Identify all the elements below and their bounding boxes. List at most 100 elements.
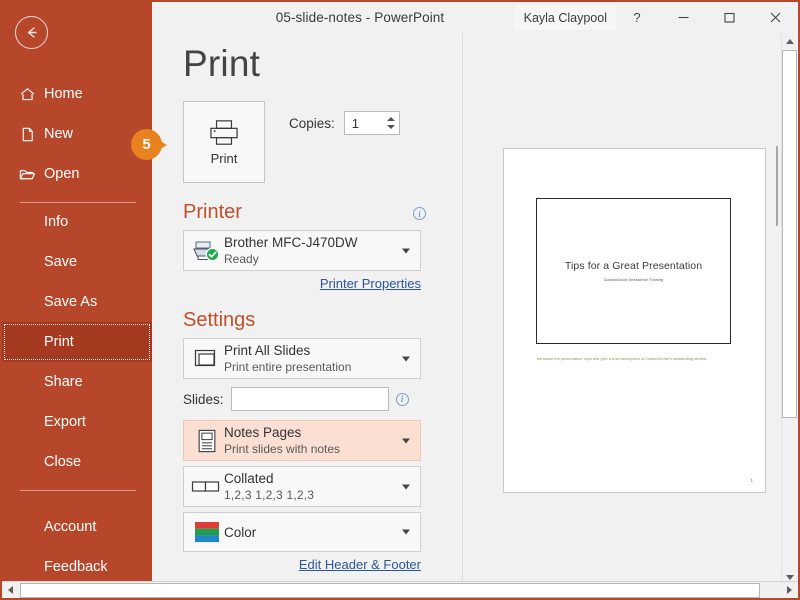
print-button-label: Print (211, 151, 238, 166)
print-range-subtitle: Print entire presentation (224, 360, 351, 374)
printer-ready-icon (190, 236, 224, 266)
sidebar-item-save[interactable]: Save (2, 242, 152, 282)
printer-info-icon[interactable]: i (413, 207, 426, 220)
chevron-down-icon (786, 575, 794, 580)
color-text: Color (224, 525, 256, 540)
chevron-up-icon (786, 39, 794, 44)
title-bar: 05-slide-notes - PowerPoint Kayla Claypo… (152, 2, 798, 33)
callout-number: 5 (131, 129, 162, 160)
sidebar-footer-nav: Account Feedback (2, 507, 152, 587)
stepper-down-icon[interactable] (387, 125, 395, 129)
maximize-icon (723, 11, 736, 24)
collation-text: Collated 1,2,3 1,2,3 1,2,3 (224, 471, 314, 502)
edit-header-footer-link[interactable]: Edit Header & Footer (183, 557, 421, 572)
chevron-down-icon[interactable] (402, 356, 410, 361)
back-arrow-icon (23, 24, 40, 41)
collation-title: Collated (224, 471, 314, 486)
scroll-right-button[interactable] (781, 583, 798, 598)
sidebar-item-label: Feedback (44, 559, 108, 575)
stepper-up-icon[interactable] (387, 117, 395, 121)
sidebar-item-label: Info (44, 214, 68, 230)
copies-value: 1 (345, 116, 359, 131)
chevron-down-icon[interactable] (402, 248, 410, 253)
chevron-down-icon[interactable] (402, 530, 410, 535)
chevron-right-icon (787, 586, 792, 594)
close-icon (769, 11, 782, 24)
sidebar-item-label: New (44, 126, 73, 142)
printer-name: Brother MFC-J470DW (224, 235, 358, 250)
printer-status: Ready (224, 252, 358, 266)
print-button[interactable]: Print (183, 101, 265, 183)
slides-range-row: Slides: i (183, 387, 428, 411)
sidebar-item-close[interactable]: Close (2, 442, 152, 482)
sidebar-item-account[interactable]: Account (2, 507, 152, 547)
vertical-scroll-thumb[interactable] (782, 50, 797, 418)
print-range-title: Print All Slides (224, 343, 351, 358)
collation-select[interactable]: Collated 1,2,3 1,2,3 1,2,3 (183, 466, 421, 507)
slide-notes-text: Introduce the presentation topic and giv… (537, 356, 727, 363)
maximize-button[interactable] (706, 2, 752, 33)
print-layout-select[interactable]: Notes Pages Print slides with notes (183, 420, 421, 461)
help-button[interactable]: ? (614, 2, 660, 33)
printer-select[interactable]: Brother MFC-J470DW Ready (183, 230, 421, 271)
color-title: Color (224, 525, 256, 540)
slides-input[interactable] (231, 387, 389, 411)
close-button[interactable] (752, 2, 798, 33)
back-button[interactable] (15, 16, 48, 49)
settings-heading-text: Settings (183, 309, 255, 331)
slide-subtitle: CustomGuide Interactive Training (604, 278, 664, 282)
all-slides-icon (190, 344, 224, 374)
notes-page-icon (190, 426, 224, 456)
print-range-select[interactable]: Print All Slides Print entire presentati… (183, 338, 421, 379)
sidebar-item-open[interactable]: Open (2, 154, 152, 194)
page-title: Print (183, 43, 260, 85)
sidebar-item-label: Share (44, 374, 83, 390)
sidebar-item-label: Export (44, 414, 86, 430)
sidebar-item-label: Account (44, 519, 96, 535)
minimize-icon (677, 11, 690, 24)
sidebar-primary-nav: Home New Open (2, 74, 152, 211)
scroll-up-button[interactable] (782, 33, 797, 49)
vertical-scrollbar[interactable] (781, 33, 796, 585)
sidebar-item-export[interactable]: Export (2, 402, 152, 442)
settings-section-heading: Settings (183, 309, 428, 332)
color-select[interactable]: Color (183, 512, 421, 552)
print-options-column: Print Copies: 1 Printer i (183, 101, 428, 572)
color-swatch-icon (190, 517, 224, 547)
printer-icon (208, 119, 240, 147)
copies-stepper[interactable]: 1 (344, 111, 400, 135)
scroll-left-button[interactable] (2, 583, 19, 598)
chevron-down-icon[interactable] (402, 484, 410, 489)
collate-icon (190, 472, 224, 502)
stepper-arrows (387, 112, 395, 134)
print-layout-title: Notes Pages (224, 425, 340, 440)
print-layout-subtitle: Print slides with notes (224, 442, 340, 456)
print-layout-text: Notes Pages Print slides with notes (224, 425, 340, 456)
printer-properties-link[interactable]: Printer Properties (183, 276, 421, 291)
sidebar-item-label: Home (44, 86, 83, 102)
print-main-pane: Print Print Copies: 1 (152, 33, 785, 585)
sidebar-item-share[interactable]: Share (2, 362, 152, 402)
sidebar-item-info[interactable]: Info (2, 202, 152, 242)
horizontal-scrollbar[interactable] (2, 581, 798, 598)
printer-section-heading: Printer i (183, 201, 428, 224)
home-icon (18, 85, 36, 103)
preview-sheet: Tips for a Great Presentation CustomGuid… (503, 148, 766, 493)
chevron-down-icon[interactable] (402, 438, 410, 443)
horizontal-scroll-thumb[interactable] (20, 583, 760, 598)
slides-label: Slides: (183, 392, 224, 407)
slides-info-icon[interactable]: i (396, 393, 409, 406)
window-controls: ? (614, 2, 798, 33)
step-callout-badge: 5 (131, 129, 165, 163)
minimize-button[interactable] (660, 2, 706, 33)
sidebar-item-print[interactable]: Print (2, 322, 152, 362)
sidebar-item-new[interactable]: New (2, 114, 152, 154)
sidebar-item-label: Open (44, 166, 79, 182)
open-folder-icon (18, 165, 36, 183)
preview-page-number: 1 (750, 478, 753, 483)
account-name[interactable]: Kayla Claypool (515, 5, 616, 30)
sidebar-item-home[interactable]: Home (2, 74, 152, 114)
collation-subtitle: 1,2,3 1,2,3 1,2,3 (224, 488, 314, 502)
sidebar-item-save-as[interactable]: Save As (2, 282, 152, 322)
backstage-sidebar: Home New Open (2, 2, 152, 585)
